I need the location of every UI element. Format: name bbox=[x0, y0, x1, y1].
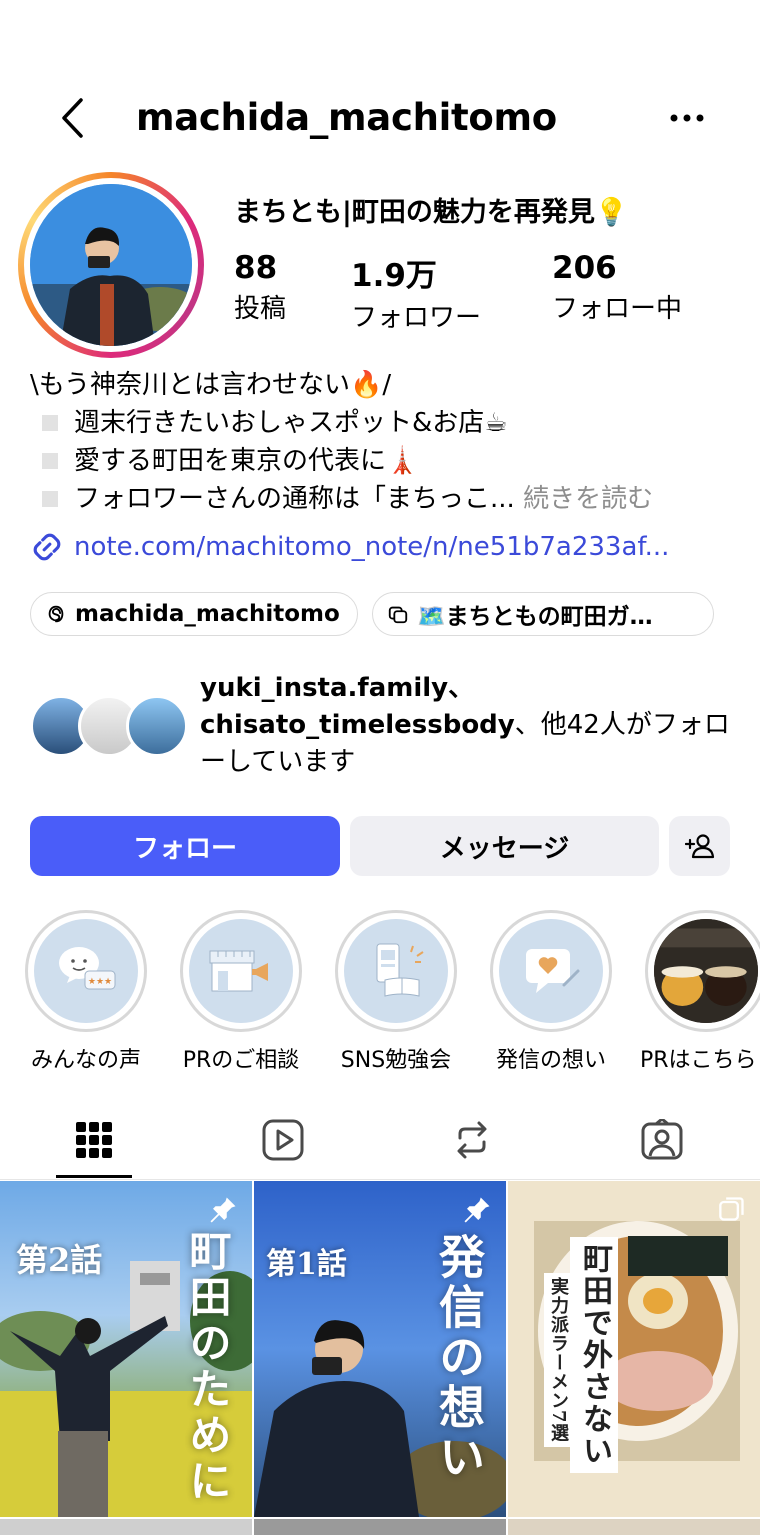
post-tile-peek[interactable] bbox=[0, 1519, 252, 1535]
mutual-names: yuki_insta.family、chisato_timelessbody bbox=[200, 673, 515, 740]
post-subtitle: 実力派ラーメン7選 bbox=[544, 1273, 572, 1447]
episode-tag: 第2話 bbox=[16, 1241, 103, 1279]
highlight-label: 発信の想い bbox=[495, 1048, 606, 1073]
episode-tag: 第1話 bbox=[266, 1247, 347, 1282]
highlight-item[interactable]: ★★★ みんなの声 bbox=[24, 910, 148, 1074]
pin-icon bbox=[462, 1195, 492, 1229]
add-user-icon bbox=[684, 834, 714, 859]
repost-icon bbox=[457, 1121, 487, 1159]
bio-text: 週末行きたいおしゃスポット&お店☕ bbox=[74, 408, 508, 438]
profile-link[interactable]: note.com/machitomo_note/n/ne51b7a233af..… bbox=[30, 530, 669, 564]
bio-text: フォロワーさんの通称は「まちっこ... bbox=[74, 484, 515, 514]
beer-photo-icon bbox=[654, 919, 758, 1023]
tab-tagged[interactable] bbox=[622, 1100, 702, 1180]
guide-icon bbox=[387, 603, 409, 625]
highlight-label: PRはこちら bbox=[640, 1048, 757, 1073]
bullet-square bbox=[42, 415, 58, 431]
read-more-link[interactable]: 続きを読む bbox=[523, 480, 653, 518]
followers-label: フォロワー bbox=[351, 303, 482, 333]
grid-icon bbox=[76, 1122, 112, 1158]
post-tile[interactable]: 第1話 発信の想い bbox=[254, 1181, 506, 1517]
mutual-followers-avatars[interactable] bbox=[30, 695, 190, 759]
bio-line: 愛する町田を東京の代表に🗼 bbox=[30, 442, 730, 480]
post-tile-peek[interactable] bbox=[508, 1519, 760, 1535]
tab-reels[interactable] bbox=[243, 1100, 323, 1180]
avatar bbox=[30, 184, 192, 346]
bio-text: 愛する町田を東京の代表に🗼 bbox=[74, 446, 419, 476]
pin-icon bbox=[208, 1195, 238, 1229]
active-tab-indicator bbox=[56, 1175, 132, 1178]
guide-pill[interactable]: 🗺️まちともの町田ガ… bbox=[372, 592, 714, 636]
bullet-square bbox=[42, 453, 58, 469]
bio-line: \もう神奈川とは言わせない🔥/ bbox=[30, 370, 392, 400]
followers-count: 1.9万 bbox=[351, 258, 437, 294]
phone-book-icon bbox=[376, 943, 424, 997]
threads-icon bbox=[45, 603, 67, 625]
highlight-label: SNS勉強会 bbox=[340, 1048, 452, 1073]
bullet-square bbox=[42, 491, 58, 507]
post-tile-peek[interactable] bbox=[254, 1519, 506, 1535]
tab-posts[interactable] bbox=[54, 1100, 134, 1180]
posts-count-stat[interactable]: 88 投稿 bbox=[234, 250, 286, 325]
posts-label: 投稿 bbox=[234, 294, 287, 324]
link-icon bbox=[33, 533, 61, 561]
mutual-followers-text[interactable]: yuki_insta.family、chisato_timelessbody、他… bbox=[200, 670, 730, 781]
back-icon[interactable] bbox=[52, 94, 92, 142]
bio: \もう神奈川とは言わせない🔥/ 週末行きたいおしゃスポット&お店☕ 愛する町田を… bbox=[30, 366, 730, 518]
bio-line: フォロワーさんの通称は「まちっこ... 続きを読む bbox=[30, 480, 730, 518]
highlight-item[interactable]: 発信の想い bbox=[489, 910, 613, 1074]
threads-pill-label: machida_machitomo bbox=[75, 601, 340, 627]
post-tile[interactable]: 町田で外さない 実力派ラーメン7選 bbox=[508, 1181, 760, 1517]
display-name: まちとも|町田の魅力を再発見💡 bbox=[234, 197, 629, 228]
link-text: note.com/machitomo_note/n/ne51b7a233af..… bbox=[74, 532, 670, 562]
tab-reposts[interactable] bbox=[432, 1100, 512, 1180]
bio-line: 週末行きたいおしゃスポット&お店☕ bbox=[30, 404, 730, 442]
heart-message-icon bbox=[526, 949, 580, 993]
threads-pill[interactable]: machida_machitomo bbox=[30, 592, 358, 636]
reels-icon bbox=[262, 1119, 304, 1161]
highlight-label: PRのご相談 bbox=[182, 1048, 300, 1073]
highlight-item[interactable]: PRはこちら bbox=[640, 910, 760, 1074]
post-title: 発信の想い bbox=[432, 1233, 486, 1483]
story-ring[interactable] bbox=[18, 172, 204, 358]
shop-megaphone-icon bbox=[209, 950, 268, 992]
following-count: 206 bbox=[552, 250, 617, 286]
avatar bbox=[126, 695, 188, 757]
more-options-icon[interactable] bbox=[662, 98, 712, 138]
following-label: フォロー中 bbox=[552, 294, 683, 324]
highlight-label: みんなの声 bbox=[30, 1048, 141, 1073]
post-tile[interactable]: 第2話 町田のために bbox=[0, 1181, 252, 1517]
speech-bubble-icon: ★★★ bbox=[59, 947, 116, 990]
svg-text:★★★: ★★★ bbox=[88, 977, 112, 987]
follow-button[interactable]: フォロー bbox=[30, 816, 340, 876]
posts-count: 88 bbox=[234, 250, 278, 286]
tagged-person-icon bbox=[641, 1119, 683, 1160]
suggest-users-button[interactable] bbox=[669, 816, 730, 876]
guide-pill-label: 🗺️まちともの町田ガ… bbox=[417, 604, 653, 630]
followers-stat[interactable]: 1.9万 フォロワー bbox=[351, 250, 481, 334]
post-title: 町田のために bbox=[183, 1229, 232, 1505]
highlight-item[interactable]: PRのご相談 bbox=[179, 910, 303, 1074]
post-title: 町田で外さない bbox=[570, 1237, 618, 1473]
following-stat[interactable]: 206 フォロー中 bbox=[552, 250, 682, 325]
page-title: machida_machitomo bbox=[136, 96, 557, 139]
profile-tabs bbox=[0, 1100, 760, 1180]
carousel-icon bbox=[718, 1195, 746, 1227]
highlight-item[interactable]: SNS勉強会 bbox=[334, 910, 458, 1074]
message-button[interactable]: メッセージ bbox=[350, 816, 659, 876]
profile-header: machida_machitomo bbox=[0, 78, 760, 158]
